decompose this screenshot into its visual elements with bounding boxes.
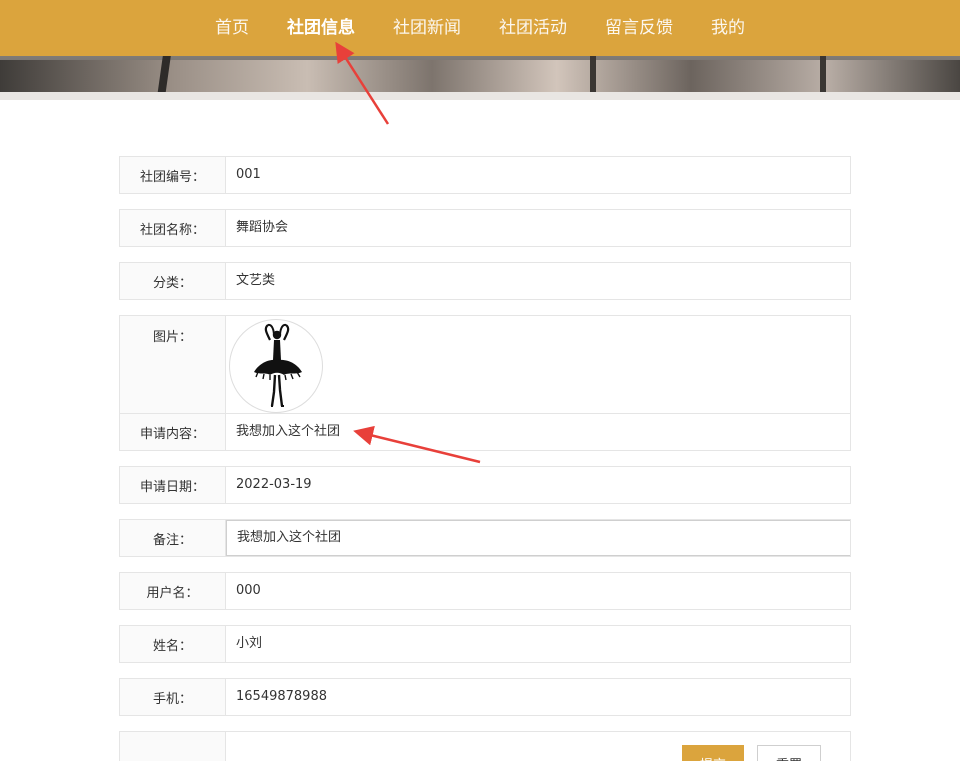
apply-date-row: 申请日期： xyxy=(119,466,851,504)
phone-row: 手机： xyxy=(119,678,851,716)
real-name-input[interactable] xyxy=(226,626,850,662)
club-application-form: 社团编号： 社团名称： 分类： 图片： xyxy=(119,156,851,761)
reset-button[interactable]: 重置 xyxy=(757,745,821,761)
apply-content-input[interactable] xyxy=(226,414,850,450)
banner-desk-leg xyxy=(590,56,596,96)
remark-label: 备注： xyxy=(120,520,226,556)
apply-date-input[interactable] xyxy=(226,467,850,503)
top-nav: 首页 社团信息 社团新闻 社团活动 留言反馈 我的 xyxy=(0,0,960,56)
category-input[interactable] xyxy=(226,263,850,299)
remark-input[interactable] xyxy=(226,520,850,556)
nav-mine[interactable]: 我的 xyxy=(711,0,745,56)
username-label: 用户名： xyxy=(120,573,226,609)
remark-row: 备注： xyxy=(119,519,851,557)
real-name-row: 姓名： xyxy=(119,625,851,663)
apply-content-row: 申请内容： xyxy=(119,413,851,451)
picture-label: 图片： xyxy=(120,316,226,414)
picture-row: 图片： xyxy=(119,315,851,414)
phone-input[interactable] xyxy=(226,679,850,715)
form-actions: 提交 重置 xyxy=(119,731,851,761)
nav-club-activities[interactable]: 社团活动 xyxy=(499,0,567,56)
category-label: 分类： xyxy=(120,263,226,299)
submit-button[interactable]: 提交 xyxy=(682,745,744,761)
club-name-row: 社团名称： xyxy=(119,209,851,247)
nav-club-news[interactable]: 社团新闻 xyxy=(393,0,461,56)
username-row: 用户名： xyxy=(119,572,851,610)
actions-buttons-cell: 提交 重置 xyxy=(226,732,850,761)
username-input[interactable] xyxy=(226,573,850,609)
club-id-input[interactable] xyxy=(226,157,850,193)
actions-label-cell xyxy=(120,732,226,761)
apply-content-label: 申请内容： xyxy=(120,414,226,450)
club-name-input[interactable] xyxy=(226,210,850,246)
club-name-label: 社团名称： xyxy=(120,210,226,246)
nav-home[interactable]: 首页 xyxy=(215,0,249,56)
phone-label: 手机： xyxy=(120,679,226,715)
ballerina-icon xyxy=(254,323,302,407)
real-name-label: 姓名： xyxy=(120,626,226,662)
banner-shade xyxy=(0,92,960,100)
nav-feedback[interactable]: 留言反馈 xyxy=(605,0,673,56)
club-id-row: 社团编号： xyxy=(119,156,851,194)
club-id-label: 社团编号： xyxy=(120,157,226,193)
apply-date-label: 申请日期： xyxy=(120,467,226,503)
nav-club-info[interactable]: 社团信息 xyxy=(287,0,355,56)
category-row: 分类： xyxy=(119,262,851,300)
club-picture[interactable] xyxy=(229,319,323,413)
picture-container xyxy=(226,316,850,414)
banner-desk-leg xyxy=(820,56,826,96)
